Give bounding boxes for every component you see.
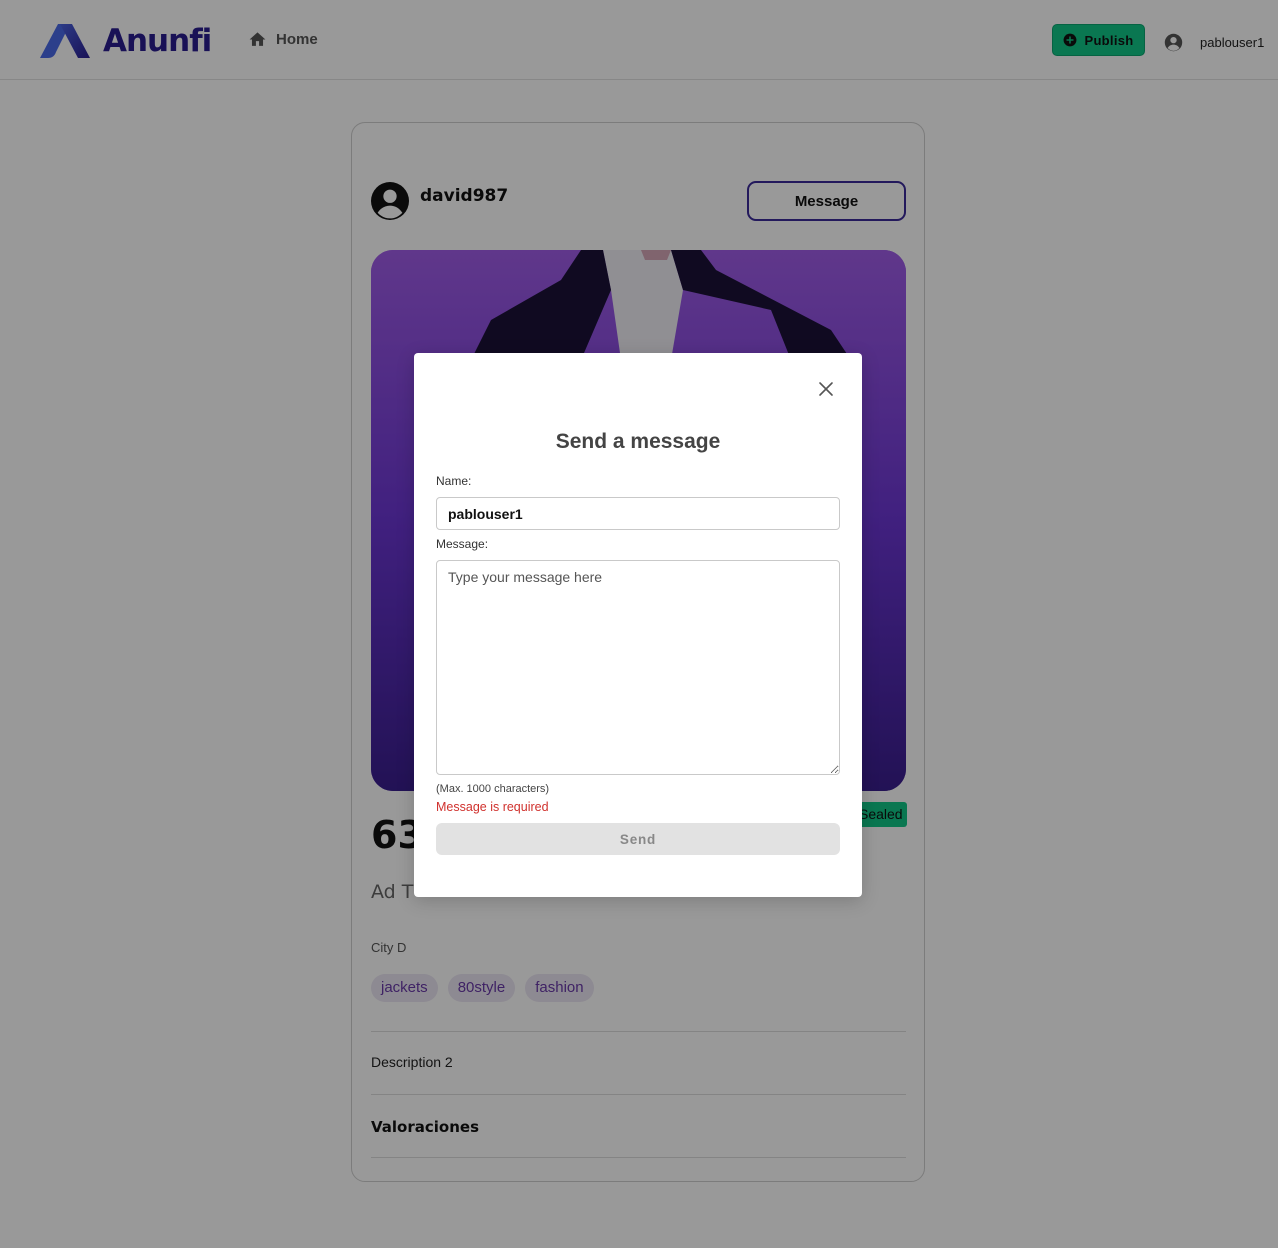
send-message-modal: Send a message Name: Message: (Max. 1000… — [414, 353, 862, 897]
message-label: Message: — [436, 537, 489, 551]
close-icon[interactable] — [817, 380, 835, 398]
name-label: Name: — [436, 474, 472, 488]
name-field[interactable] — [436, 497, 840, 530]
validation-error: Message is required — [436, 800, 549, 814]
message-textarea[interactable] — [436, 560, 840, 775]
max-characters-note: (Max. 1000 characters) — [436, 783, 550, 795]
modal-title: Send a message — [555, 430, 721, 453]
send-button[interactable]: Send — [436, 823, 840, 855]
